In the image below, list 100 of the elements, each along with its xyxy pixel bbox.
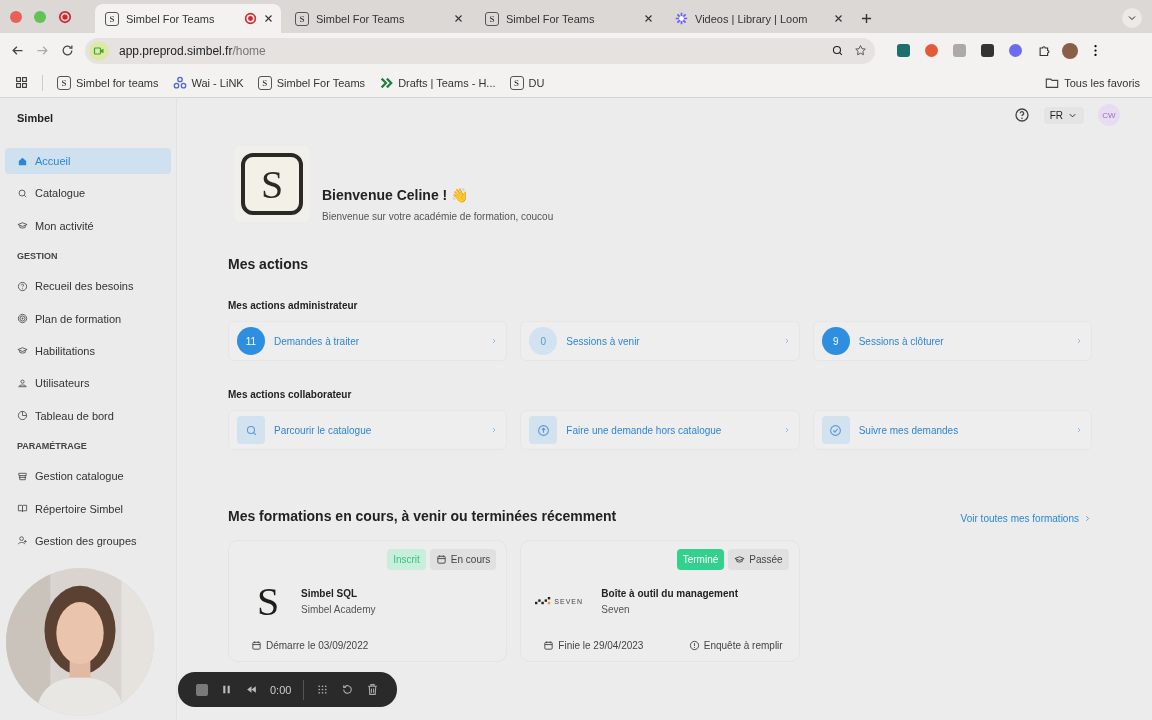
nav-item[interactable]: Gestion des groupes [5,527,171,554]
rewind-icon[interactable] [245,683,258,696]
graduation-cap-icon [17,220,28,232]
zoom-icon[interactable] [831,44,844,57]
action-label: Sessions à venir [566,335,641,347]
nav-item[interactable]: Répertoire Simbel [5,495,171,522]
browser-tab[interactable]: S Simbel For Teams [475,4,661,33]
search-icon [237,416,265,444]
welcome-title: Bienvenue Celine ! 👋 [322,187,470,203]
academy-logo: S [234,146,310,222]
course-provider: Simbel Academy [301,603,376,615]
nav-item[interactable]: Catalogue [5,180,171,207]
question-icon [17,280,28,292]
browser-tab[interactable]: Videos | Library | Loom [665,4,851,33]
star-icon[interactable] [854,44,867,57]
extension-icon[interactable] [897,44,910,57]
status-badge: Terminé [676,549,725,570]
users-icon [17,377,28,389]
tag-badge: Passée [728,549,789,570]
action-label: Parcourir le catalogue [274,424,373,436]
close-icon[interactable] [834,14,843,23]
nav-item[interactable]: Plan de formation [5,305,171,332]
action-card[interactable]: 9 Sessions à clôturer [812,321,1092,361]
reload-icon[interactable] [60,43,75,58]
tab-search-button[interactable] [1122,8,1142,28]
course-title: Boîte à outil du management [601,587,738,599]
card-detail: Finie le 29/04/2023 [543,640,644,651]
search-icon [17,187,28,199]
close-icon[interactable] [264,14,273,23]
target-icon [17,313,28,325]
close-icon[interactable] [454,14,463,23]
browser-tab[interactable]: S Simbel For Teams [285,4,471,33]
tab-title: Simbel For Teams [316,12,406,25]
puzzle-icon[interactable] [1037,43,1052,58]
bookmark[interactable]: Wai - LiNK [172,75,244,90]
browser-tab[interactable]: S Simbel For Teams [95,4,281,33]
brand-name: Simbel [16,112,55,126]
bookmark[interactable]: S Simbel For Teams [257,75,366,90]
action-card[interactable]: Faire une demande hors catalogue [520,410,800,450]
training-card[interactable]: Inscrit En cours S Simbel SQL Simbel Academy Démarre le 03/09/2022 [228,540,508,662]
all-bookmarks-button[interactable]: Tous les favoris [1045,75,1140,90]
action-card[interactable]: Suivre mes demandes [812,410,1092,450]
action-card[interactable]: Parcourir le catalogue [228,410,508,450]
graduation-cap-icon [17,345,28,357]
group-heading: Mes actions administrateur [228,300,359,311]
extension-icon[interactable] [925,44,938,57]
status-badge: Inscrit [387,549,426,570]
card-detail: Enquête à remplir [688,640,783,651]
chevron-icon [1075,426,1083,434]
calendar-icon [543,640,555,651]
nav-item[interactable]: Gestion catalogue [5,463,171,490]
count-badge: 0 [529,327,558,355]
trash-icon[interactable] [366,683,380,696]
action-label: Demandes à traiter [274,335,361,347]
count-badge: 9 [821,327,850,355]
pause-icon[interactable] [220,683,233,696]
address-bar[interactable]: app.preprod.simbel.fr/home [85,37,875,64]
back-icon[interactable] [10,43,25,58]
camera-icon [89,40,109,61]
url-text: app.preprod.simbel.fr/home [119,43,266,58]
language-dropdown[interactable]: FR [1043,106,1084,124]
welcome-subtitle: Bienvenue sur votre académie de formation, coucou [322,211,554,222]
people-icon [172,75,187,90]
section-label: GESTION [16,250,59,264]
tag-badge: En cours [429,549,497,570]
extension-icon[interactable] [1009,44,1022,57]
house-icon [17,155,28,167]
tab-title: Simbel For Teams [506,12,596,25]
bookmark[interactable]: Drafts | Teams - H... [379,75,496,90]
help-icon[interactable] [1013,107,1030,123]
apps-grid-icon[interactable] [15,76,28,89]
profile-avatar[interactable] [1062,42,1078,59]
folder-icon [1045,75,1060,90]
favicon: S [295,11,309,26]
favicon: S [105,11,119,26]
action-card[interactable]: 11 Demandes à traiter [228,321,508,361]
stack-icon [17,470,28,482]
nav-item[interactable]: Habilitations [5,337,171,364]
count-badge: 11 [237,327,265,355]
chevron-icon [1075,337,1083,345]
nav-item[interactable]: Recueil des besoins [5,273,171,300]
recording-time: 0:00 [270,683,292,696]
stop-button[interactable] [196,683,208,696]
section-heading: Mes formations en cours, à venir ou terminées récemment [228,508,617,524]
nav-item[interactable]: Tableau de bord [5,402,171,429]
bookmark[interactable]: S Simbel for teams [57,75,159,90]
pie-chart-icon [17,410,28,422]
extension-icon[interactable] [981,44,994,57]
calendar-icon [435,554,447,565]
new-tab-icon[interactable] [861,13,872,24]
close-icon[interactable] [644,14,653,23]
nav-item[interactable]: Utilisateurs [5,370,171,397]
action-label: Sessions à clôturer [858,335,945,347]
dots-grid-icon[interactable] [316,683,330,696]
tab-title: Videos | Library | Loom [695,12,809,25]
action-card[interactable]: 0 Sessions à venir [520,321,800,361]
nav-item[interactable]: Mon activité [5,212,171,239]
bookmark[interactable]: S DU [509,75,545,90]
restart-icon[interactable] [341,683,355,696]
action-label: Faire une demande hors catalogue [566,424,723,436]
